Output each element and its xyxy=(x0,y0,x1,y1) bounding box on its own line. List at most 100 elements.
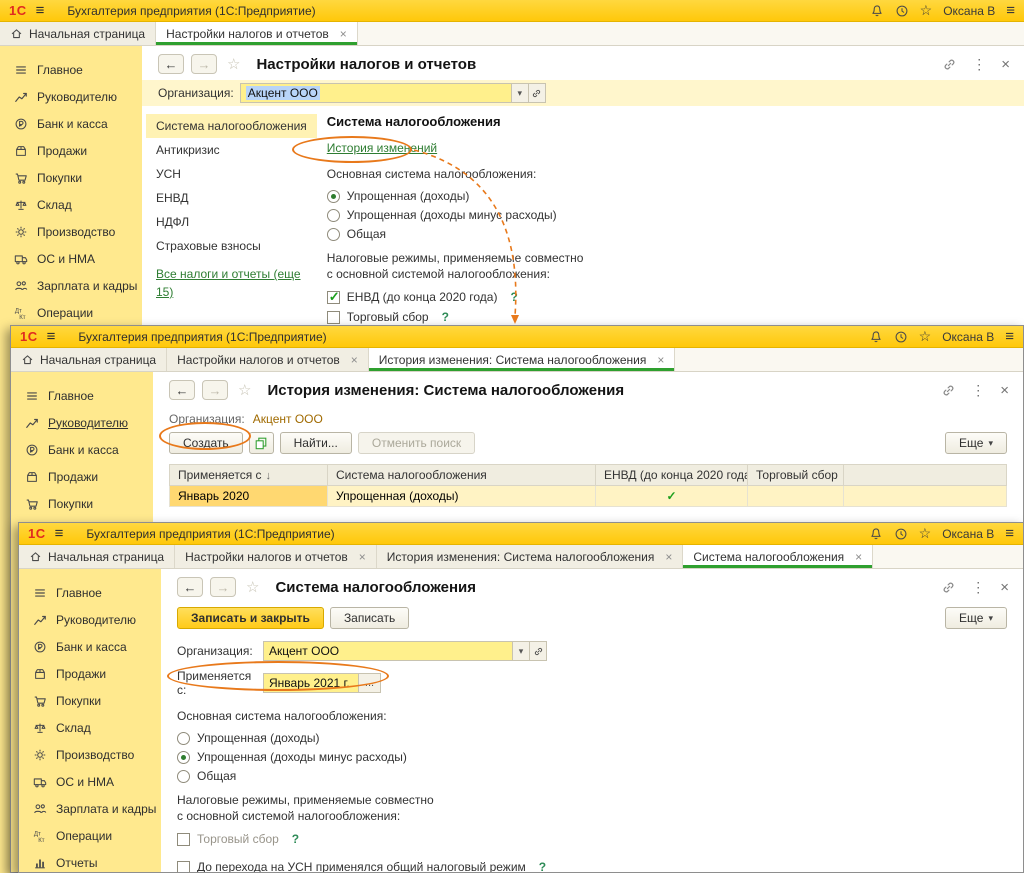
current-user[interactable]: Оксана В xyxy=(942,527,994,541)
sidebar-item-manager[interactable]: Руководителю xyxy=(19,606,161,633)
sidebar-item-production[interactable]: Производство xyxy=(0,218,142,245)
sidebar-item-production[interactable]: Производство xyxy=(19,741,161,768)
radio-general[interactable] xyxy=(177,770,190,783)
sidebar-item-warehouse[interactable]: Склад xyxy=(19,714,161,741)
help-icon[interactable]: ? xyxy=(292,832,299,846)
back-button[interactable]: ← xyxy=(158,54,184,74)
more-button[interactable]: Еще▾ xyxy=(945,432,1007,454)
col-header-trade-fee[interactable]: Торговый сбор xyxy=(748,465,844,486)
tab-change-history[interactable]: История изменения: Система налогообложен… xyxy=(377,545,684,568)
sidebar-item-manager[interactable]: Руководителю xyxy=(0,83,142,110)
tab-close-icon[interactable]: × xyxy=(351,353,358,367)
back-button[interactable]: ← xyxy=(169,380,195,400)
favorites-star-icon[interactable]: ☆ xyxy=(920,2,933,19)
sidebar-item-purchases[interactable]: Покупки xyxy=(19,687,161,714)
tab-home[interactable]: Начальная страница xyxy=(19,545,175,568)
col-header-envd[interactable]: ЕНВД (до конца 2020 года) xyxy=(596,465,748,486)
section-item-tax-system[interactable]: Система налогообложения xyxy=(146,114,317,138)
back-button[interactable]: ← xyxy=(177,577,203,597)
checkbox-envd[interactable] xyxy=(327,291,340,304)
history-clock-icon[interactable] xyxy=(894,330,908,344)
sidebar-item-os-nma[interactable]: ОС и НМА xyxy=(19,768,161,795)
section-item-envd[interactable]: ЕНВД xyxy=(146,186,317,210)
sidebar-item-salary-hr[interactable]: Зарплата и кадры xyxy=(19,795,161,822)
checkbox-trade-fee[interactable] xyxy=(327,311,340,324)
service-menu-icon[interactable]: ≡ xyxy=(1005,526,1014,541)
close-form-icon[interactable]: × xyxy=(1000,579,1009,596)
notifications-bell-icon[interactable] xyxy=(869,527,883,541)
create-button[interactable]: Создать xyxy=(169,432,243,454)
section-item-usn[interactable]: УСН xyxy=(146,162,317,186)
history-changes-link[interactable]: История изменений xyxy=(327,141,437,155)
get-link-icon[interactable] xyxy=(941,383,956,398)
help-icon[interactable]: ? xyxy=(510,290,517,304)
open-organization-button[interactable] xyxy=(529,83,546,103)
tab-close-icon[interactable]: × xyxy=(855,550,862,564)
notifications-bell-icon[interactable] xyxy=(870,4,884,18)
tab-tax-settings[interactable]: Настройки налогов и отчетов × xyxy=(167,348,369,371)
tab-change-history[interactable]: История изменения: Система налогообложен… xyxy=(369,348,676,371)
tab-home[interactable]: Начальная страница xyxy=(11,348,167,371)
current-user[interactable]: Оксана В xyxy=(943,4,995,18)
table-row[interactable]: Январь 2020 Упрощенная (доходы) ✓ xyxy=(170,486,1007,507)
save-and-close-button[interactable]: Записать и закрыть xyxy=(177,607,324,629)
get-link-icon[interactable] xyxy=(942,57,957,72)
close-form-icon[interactable]: × xyxy=(1000,382,1009,399)
forward-button[interactable]: → xyxy=(191,54,217,74)
forward-button[interactable]: → xyxy=(210,577,236,597)
sidebar-item-operations[interactable]: Операции xyxy=(0,299,142,326)
sidebar-item-reports[interactable]: Отчеты xyxy=(19,849,161,872)
tab-close-icon[interactable]: × xyxy=(340,27,347,41)
main-menu-icon[interactable]: ≡ xyxy=(47,329,56,344)
sidebar-item-bank-cash[interactable]: Банк и касса xyxy=(11,436,153,463)
sidebar-item-sales[interactable]: Продажи xyxy=(0,137,142,164)
save-button[interactable]: Записать xyxy=(330,607,409,629)
current-user[interactable]: Оксана В xyxy=(942,330,994,344)
get-link-icon[interactable] xyxy=(941,580,956,595)
help-icon[interactable]: ? xyxy=(539,860,546,873)
favorites-star-icon[interactable]: ☆ xyxy=(919,525,932,542)
dropdown-button[interactable]: ▾ xyxy=(512,83,529,103)
applies-from-input[interactable]: Январь 2021 г. xyxy=(263,673,359,693)
radio-usn-income-expense[interactable] xyxy=(177,751,190,764)
sidebar-item-main[interactable]: Главное xyxy=(11,382,153,409)
find-button[interactable]: Найти... xyxy=(280,432,352,454)
favorite-star-icon[interactable]: ☆ xyxy=(227,55,240,73)
create-copy-button[interactable] xyxy=(249,432,274,454)
history-clock-icon[interactable] xyxy=(895,4,909,18)
sidebar-item-main[interactable]: Главное xyxy=(19,579,161,606)
checkbox-trade-fee[interactable] xyxy=(177,833,190,846)
tab-home[interactable]: Начальная страница xyxy=(0,22,156,45)
checkbox-general-before-usn[interactable] xyxy=(177,861,190,873)
service-menu-icon[interactable]: ≡ xyxy=(1006,3,1015,18)
notifications-bell-icon[interactable] xyxy=(869,330,883,344)
more-actions-icon[interactable]: ⋮ xyxy=(971,579,985,596)
section-item-insurance[interactable]: Страховые взносы xyxy=(146,234,317,258)
sidebar-item-main[interactable]: Главное xyxy=(0,56,142,83)
tab-tax-settings[interactable]: Настройки налогов и отчетов × xyxy=(175,545,377,568)
sidebar-item-sales[interactable]: Продажи xyxy=(11,463,153,490)
tab-tax-system[interactable]: Система налогообложения × xyxy=(683,545,873,568)
sidebar-item-salary-hr[interactable]: Зарплата и кадры xyxy=(0,272,142,299)
radio-general[interactable] xyxy=(327,228,340,241)
all-taxes-link[interactable]: Все налоги и отчеты (еще 15) xyxy=(156,267,301,299)
close-form-icon[interactable]: × xyxy=(1001,56,1010,73)
cancel-search-button[interactable]: Отменить поиск xyxy=(358,432,475,454)
radio-usn-income[interactable] xyxy=(327,190,340,203)
choose-period-button[interactable]: ... xyxy=(359,673,381,693)
sidebar-item-sales[interactable]: Продажи xyxy=(19,660,161,687)
sidebar-item-manager[interactable]: Руководителю xyxy=(11,409,153,436)
open-organization-button[interactable] xyxy=(530,641,547,661)
favorites-star-icon[interactable]: ☆ xyxy=(919,328,932,345)
col-header-applies-from[interactable]: Применяется с↓ xyxy=(170,465,328,486)
tab-close-icon[interactable]: × xyxy=(665,550,672,564)
help-icon[interactable]: ? xyxy=(442,310,449,324)
more-button[interactable]: Еще▾ xyxy=(945,607,1007,629)
sidebar-item-operations[interactable]: Операции xyxy=(19,822,161,849)
tab-close-icon[interactable]: × xyxy=(657,353,664,367)
sidebar-item-bank-cash[interactable]: Банк и касса xyxy=(0,110,142,137)
organization-input[interactable]: Акцент ООО xyxy=(263,641,513,661)
organization-input[interactable]: Акцент ООО xyxy=(240,83,512,103)
favorite-star-icon[interactable]: ☆ xyxy=(246,578,259,596)
sidebar-item-os-nma[interactable]: ОС и НМА xyxy=(0,245,142,272)
